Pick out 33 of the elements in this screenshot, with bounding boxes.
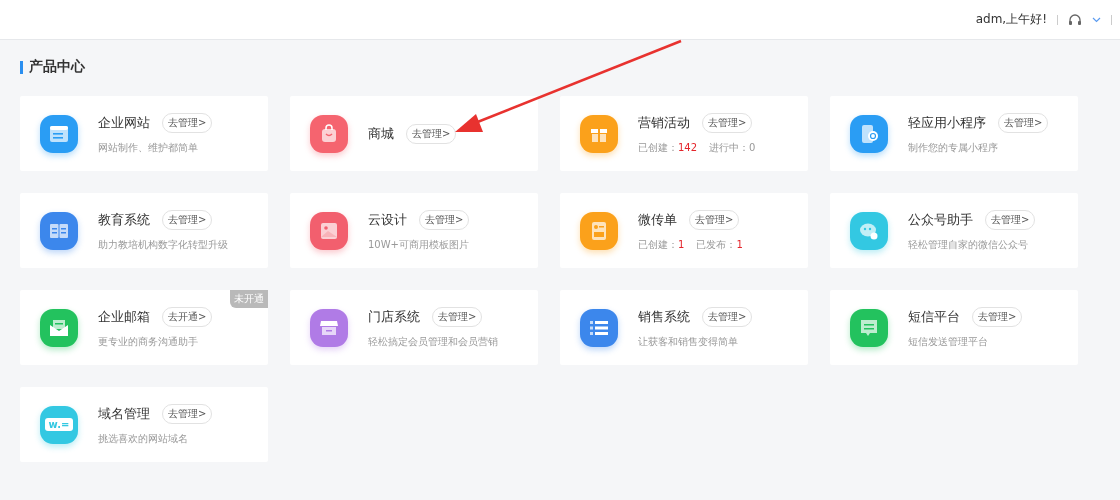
product-description: 挑选喜欢的网站域名 — [98, 431, 189, 446]
product-description: 短信发送管理平台 — [908, 334, 989, 349]
stat-text: 已创建：1 — [638, 237, 685, 252]
product-name: 门店系统 — [368, 307, 420, 326]
chevron-down-icon[interactable] — [1092, 16, 1101, 23]
product-name: 商城 — [368, 124, 394, 143]
section-title: 产品中心 — [29, 58, 85, 76]
product-name: 教育系统 — [98, 210, 150, 229]
product-name: 微传单 — [638, 210, 677, 229]
greeting-text: adm,上午好! — [975, 11, 1047, 28]
product-description: 轻松搞定会员管理和会员营销 — [368, 334, 498, 349]
product-description: 更专业的商务沟通助手 — [98, 334, 199, 349]
product-description: 10W+可商用模板图片 — [368, 237, 470, 252]
product-name: 云设计 — [368, 210, 407, 229]
stat-text: 进行中：0 — [709, 140, 756, 155]
stat-text: 已发布：1 — [696, 237, 743, 252]
status-badge: 未开通 — [230, 290, 268, 308]
product-description: 让获客和销售变得简单 — [638, 334, 739, 349]
product-description: 轻松管理自家的微信公众号 — [908, 237, 1029, 252]
product-name: 企业邮箱 — [98, 307, 150, 326]
product-name: 公众号助手 — [908, 210, 973, 229]
product-description: 助力教培机构数字化转型升级 — [98, 237, 228, 252]
product-name: 短信平台 — [908, 307, 960, 326]
product-name: 域名管理 — [98, 404, 150, 423]
product-name: 营销活动 — [638, 113, 690, 132]
product-name: 轻应用小程序 — [908, 113, 986, 132]
product-name: 企业网站 — [98, 113, 150, 132]
product-name: 销售系统 — [638, 307, 690, 326]
product-description: 网站制作、维护都简单 — [98, 140, 199, 155]
product-description: 制作您的专属小程序 — [908, 140, 999, 155]
stat-text: 已创建：142 — [638, 140, 698, 155]
headset-icon[interactable] — [1068, 12, 1082, 27]
icon-label: w.= — [44, 418, 74, 431]
